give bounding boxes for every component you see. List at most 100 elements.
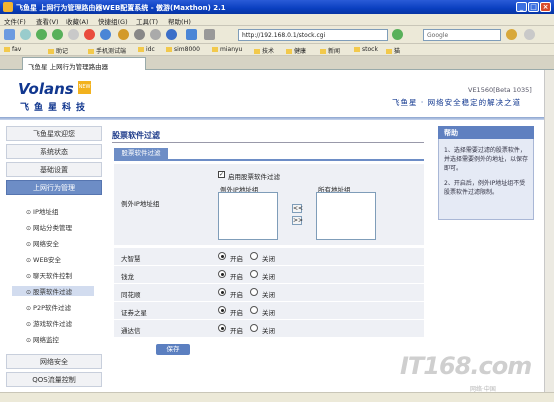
radio-on[interactable] <box>218 270 226 278</box>
radio-off-label: 关闭 <box>262 255 275 263</box>
page-content: Volans NEW 飞鱼星科技 VE1560[Beta 1035] 飞鱼星 ·… <box>0 70 544 402</box>
forward-icon[interactable] <box>52 29 63 40</box>
bookmark-item[interactable]: 手机测试端 <box>88 46 126 55</box>
tab-stock-filter[interactable]: 股票软件过滤 <box>114 148 168 159</box>
sidebar-sub-monitor[interactable]: 网络监控 <box>26 334 59 344</box>
sidebar-item-behavior-mgmt[interactable]: 上网行为管理 <box>6 180 102 195</box>
sidebar-sub-net-security[interactable]: 网络安全 <box>26 238 59 248</box>
ip-group-label: 例外IP地址组 <box>121 200 160 208</box>
logo-badge: NEW <box>78 81 91 94</box>
save-button[interactable]: 保存 <box>156 344 190 355</box>
clock-icon[interactable] <box>166 29 177 40</box>
sidebar-item-qos[interactable]: QOS流量控制 <box>6 372 102 387</box>
enable-label: 启用股票软件过滤 <box>228 173 280 181</box>
radio-on[interactable] <box>218 252 226 260</box>
app-name: 同花顺 <box>121 291 141 299</box>
radio-off[interactable] <box>250 270 258 278</box>
sidebar-item-status[interactable]: 系统状态 <box>6 144 102 159</box>
bookmark-item[interactable]: 新闻 <box>320 46 340 55</box>
menu-view[interactable]: 查看(V) <box>36 16 59 26</box>
move-left-button[interactable]: << <box>292 204 303 213</box>
app-name: 钱龙 <box>121 273 134 281</box>
radio-on[interactable] <box>218 324 226 332</box>
close-button[interactable]: × <box>540 2 551 12</box>
radio-off-label: 关闭 <box>262 327 275 335</box>
radio-on[interactable] <box>218 306 226 314</box>
help-text: 1、选择需要过滤的股票软件，并选择需要例外的地址，以保存即可。 2、开启后，例外… <box>444 146 530 197</box>
app-name: 证券之星 <box>121 309 147 317</box>
refresh-icon[interactable] <box>100 29 111 40</box>
bookmark-item[interactable]: fav <box>4 46 21 53</box>
maximize-button[interactable]: □ <box>528 2 539 12</box>
sidebar-sub-web-security[interactable]: WEB安全 <box>26 254 61 264</box>
sidebar-item-welcome[interactable]: 飞鱼星欢迎您 <box>6 126 102 141</box>
bookmark-item[interactable]: idc <box>138 46 155 53</box>
app-row: 同花顺 开启 关闭 <box>114 284 424 302</box>
menu-help[interactable]: 帮助(H) <box>168 16 191 26</box>
radio-on-label: 开启 <box>230 309 243 317</box>
enable-checkbox[interactable]: ✓ <box>218 171 225 178</box>
bookmark-item[interactable]: 健康 <box>286 46 306 55</box>
radio-on[interactable] <box>218 288 226 296</box>
app-row: 钱龙 开启 关闭 <box>114 266 424 284</box>
home-icon[interactable] <box>118 29 129 40</box>
tools-icon[interactable] <box>150 29 161 40</box>
menu-groups[interactable]: 快捷组(G) <box>98 16 128 26</box>
vertical-scrollbar[interactable] <box>544 70 554 402</box>
undo-icon[interactable] <box>134 29 145 40</box>
move-right-button[interactable]: >> <box>292 216 303 225</box>
window-title: 飞鱼星 上网行为管理路由器WEB配置系统 - 傲游(Maxthon) 2.1 <box>16 4 226 12</box>
radio-off-label: 关闭 <box>262 273 275 281</box>
brand-name-cn: 飞鱼星科技 <box>20 103 91 113</box>
radio-on-label: 开启 <box>230 327 243 335</box>
sidebar-sub-ip-group[interactable]: IP地址组 <box>26 206 58 216</box>
close-tab-icon[interactable] <box>84 29 95 40</box>
header-divider <box>0 117 544 120</box>
app-row: 证券之星 开启 关闭 <box>114 302 424 320</box>
app-icon <box>3 2 13 12</box>
app-name: 大智慧 <box>121 255 141 263</box>
menu-tools[interactable]: 工具(T) <box>136 16 158 26</box>
window-titlebar: 飞鱼星 上网行为管理路由器WEB配置系统 - 傲游(Maxthon) 2.1 _… <box>0 0 554 14</box>
new-page-icon[interactable] <box>4 29 15 40</box>
toolbar: http://192.168.0.1/stock.cgi Google <box>0 26 554 44</box>
help-title: 帮助 <box>438 126 534 139</box>
minimize-button[interactable]: _ <box>516 2 527 12</box>
all-groups-list[interactable] <box>316 192 376 240</box>
more-icon[interactable] <box>204 29 215 40</box>
sidebar-sub-p2p-filter[interactable]: P2P软件过滤 <box>26 302 71 312</box>
stop-icon[interactable] <box>68 29 79 40</box>
exception-ip-list[interactable] <box>218 192 278 240</box>
open-icon[interactable] <box>20 29 31 40</box>
back-icon[interactable] <box>36 29 47 40</box>
search-input[interactable]: Google <box>423 29 501 41</box>
bookmark-item[interactable]: 助记 <box>48 46 68 55</box>
bookmark-item[interactable]: sim8000 <box>166 46 200 53</box>
bookmark-item[interactable]: stock <box>354 46 378 53</box>
radio-off[interactable] <box>250 306 258 314</box>
radio-off[interactable] <box>250 252 258 260</box>
address-bar[interactable]: http://192.168.0.1/stock.cgi <box>238 29 388 41</box>
pen-icon[interactable] <box>524 29 535 40</box>
radio-off-label: 关闭 <box>262 291 275 299</box>
help-text-1: 1、选择需要过滤的股票软件，并选择需要例外的地址，以保存即可。 <box>444 147 529 172</box>
app-row: 通达信 开启 关闭 <box>114 320 424 338</box>
sidebar-sub-game-filter[interactable]: 游戏软件过滤 <box>26 318 72 328</box>
tab-router-config[interactable]: 飞鱼星 上网行为管理路由器 <box>22 57 146 70</box>
page-title: 股票软件过滤 <box>112 131 160 140</box>
menu-favorites[interactable]: 收藏(A) <box>66 16 89 26</box>
search-icon[interactable] <box>506 29 517 40</box>
sidebar-sub-chat-control[interactable]: 聊天软件控制 <box>26 270 72 280</box>
bookmark-item[interactable]: mianyu <box>212 46 242 53</box>
menu-file[interactable]: 文件(F) <box>4 16 26 26</box>
sidebar-sub-stock-filter[interactable]: 股票软件过滤 <box>12 286 94 296</box>
radio-off[interactable] <box>250 288 258 296</box>
go-icon[interactable] <box>392 29 403 40</box>
sidebar-sub-site-category[interactable]: 网站分类管理 <box>26 222 72 232</box>
sidebar-item-network-security[interactable]: 网络安全 <box>6 354 102 369</box>
bookmark-item[interactable]: 猫 <box>386 46 400 55</box>
radio-off[interactable] <box>250 324 258 332</box>
sidebar-item-basic-settings[interactable]: 基础设置 <box>6 162 102 177</box>
bookmark-item[interactable]: 技术 <box>254 46 274 55</box>
screenshot-icon[interactable] <box>186 29 197 40</box>
